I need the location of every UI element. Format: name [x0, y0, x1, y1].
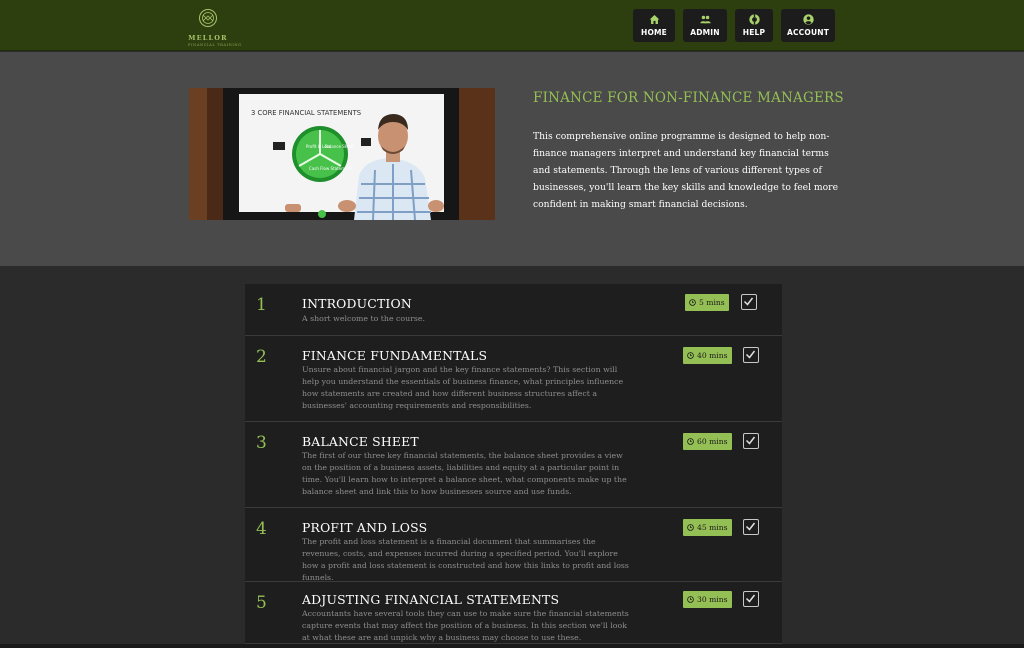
duration-badge: 30 mins — [683, 591, 732, 608]
module-number: 1 — [256, 295, 267, 315]
course-cover-image: 3 CORE FINANCIAL STATEMENTS Profit & Los… — [189, 88, 495, 220]
slide-segment-cash-flow: Cash Flow Statement — [309, 166, 352, 171]
duration-text: 5 mins — [699, 298, 725, 307]
nav-admin-label: ADMIN — [690, 28, 720, 37]
clock-icon — [687, 438, 694, 445]
nav-help-button[interactable]: HELP — [735, 9, 773, 42]
nav-admin-button[interactable]: ADMIN — [683, 9, 727, 42]
module-title: ADJUSTING FINANCIAL STATEMENTS — [302, 592, 560, 607]
clock-icon — [687, 352, 694, 359]
checkmark-icon — [743, 297, 754, 306]
completion-checkbox[interactable] — [743, 519, 759, 535]
clock-icon — [687, 596, 694, 603]
module-description: Accountants have several tools they can … — [302, 609, 629, 643]
completion-checkbox[interactable] — [743, 433, 759, 449]
module-number: 2 — [256, 347, 267, 367]
module-item[interactable]: 1 INTRODUCTION A short welcome to the co… — [245, 284, 782, 336]
module-title: BALANCE SHEET — [302, 434, 419, 449]
duration-badge: 5 mins — [685, 294, 729, 311]
brand-name: MELLOR — [188, 34, 228, 42]
user-circle-icon — [802, 14, 814, 25]
module-list: 1 INTRODUCTION A short welcome to the co… — [245, 284, 782, 644]
module-description: The profit and loss statement is a finan… — [302, 537, 629, 583]
nav-home-label: HOME — [640, 28, 668, 37]
checkmark-icon — [745, 522, 756, 531]
logo-mark-icon — [199, 9, 217, 27]
page-bottom-edge — [0, 644, 1024, 648]
completion-checkbox[interactable] — [743, 347, 759, 363]
course-hero: 3 CORE FINANCIAL STATEMENTS Profit & Los… — [0, 52, 1024, 266]
nav-help-label: HELP — [742, 28, 766, 37]
module-item[interactable]: 4 PROFIT AND LOSS The profit and loss st… — [245, 508, 782, 582]
module-description: Unsure about financial jargon and the ke… — [302, 365, 624, 411]
clock-icon — [687, 524, 694, 531]
duration-text: 30 mins — [697, 595, 728, 604]
duration-text: 40 mins — [697, 351, 728, 360]
home-icon — [649, 15, 659, 24]
brand-tagline: FINANCIAL TRAINING — [188, 43, 242, 47]
main-nav: HOME ADMIN HELP ACCOUNT — [633, 9, 835, 42]
nav-account-label: ACCOUNT — [786, 28, 830, 37]
slide-segment-balance-sheet: Balance Sheet — [325, 144, 354, 149]
checkmark-icon — [745, 436, 756, 445]
nav-account-button[interactable]: ACCOUNT — [781, 9, 835, 42]
slide-title: 3 CORE FINANCIAL STATEMENTS — [251, 109, 361, 117]
module-item[interactable]: 2 FINANCE FUNDAMENTALS Unsure about fina… — [245, 336, 782, 422]
lifebuoy-icon — [748, 14, 760, 25]
users-icon — [699, 15, 711, 24]
duration-text: 45 mins — [697, 523, 728, 532]
module-item[interactable]: 3 BALANCE SHEET The first of our three k… — [245, 422, 782, 508]
checkmark-icon — [745, 594, 756, 603]
module-item[interactable]: 5 ADJUSTING FINANCIAL STATEMENTS Account… — [245, 582, 782, 644]
checkmark-icon — [745, 350, 756, 359]
module-title: FINANCE FUNDAMENTALS — [302, 348, 488, 363]
module-number: 4 — [256, 519, 267, 539]
course-title: FINANCE FOR NON-FINANCE MANAGERS — [533, 90, 844, 106]
module-description: A short welcome to the course. — [302, 314, 425, 323]
completion-checkbox[interactable] — [743, 591, 759, 607]
top-navigation-bar: MELLOR FINANCIAL TRAINING HOME ADMIN HEL… — [0, 0, 1024, 51]
clock-icon — [689, 299, 696, 306]
completion-checkbox[interactable] — [741, 294, 757, 310]
duration-text: 60 mins — [697, 437, 728, 446]
brand-logo[interactable]: MELLOR FINANCIAL TRAINING — [188, 8, 242, 47]
module-number: 3 — [256, 433, 267, 453]
module-title: PROFIT AND LOSS — [302, 520, 428, 535]
module-description: The first of our three key financial sta… — [302, 451, 627, 497]
duration-badge: 45 mins — [683, 519, 732, 536]
presenter-illustration: 3 CORE FINANCIAL STATEMENTS Profit & Los… — [189, 88, 495, 220]
duration-badge: 40 mins — [683, 347, 732, 364]
nav-home-button[interactable]: HOME — [633, 9, 675, 42]
module-title: INTRODUCTION — [302, 296, 412, 311]
duration-badge: 60 mins — [683, 433, 732, 450]
course-description: This comprehensive online programme is d… — [533, 131, 839, 210]
module-number: 5 — [256, 593, 267, 613]
